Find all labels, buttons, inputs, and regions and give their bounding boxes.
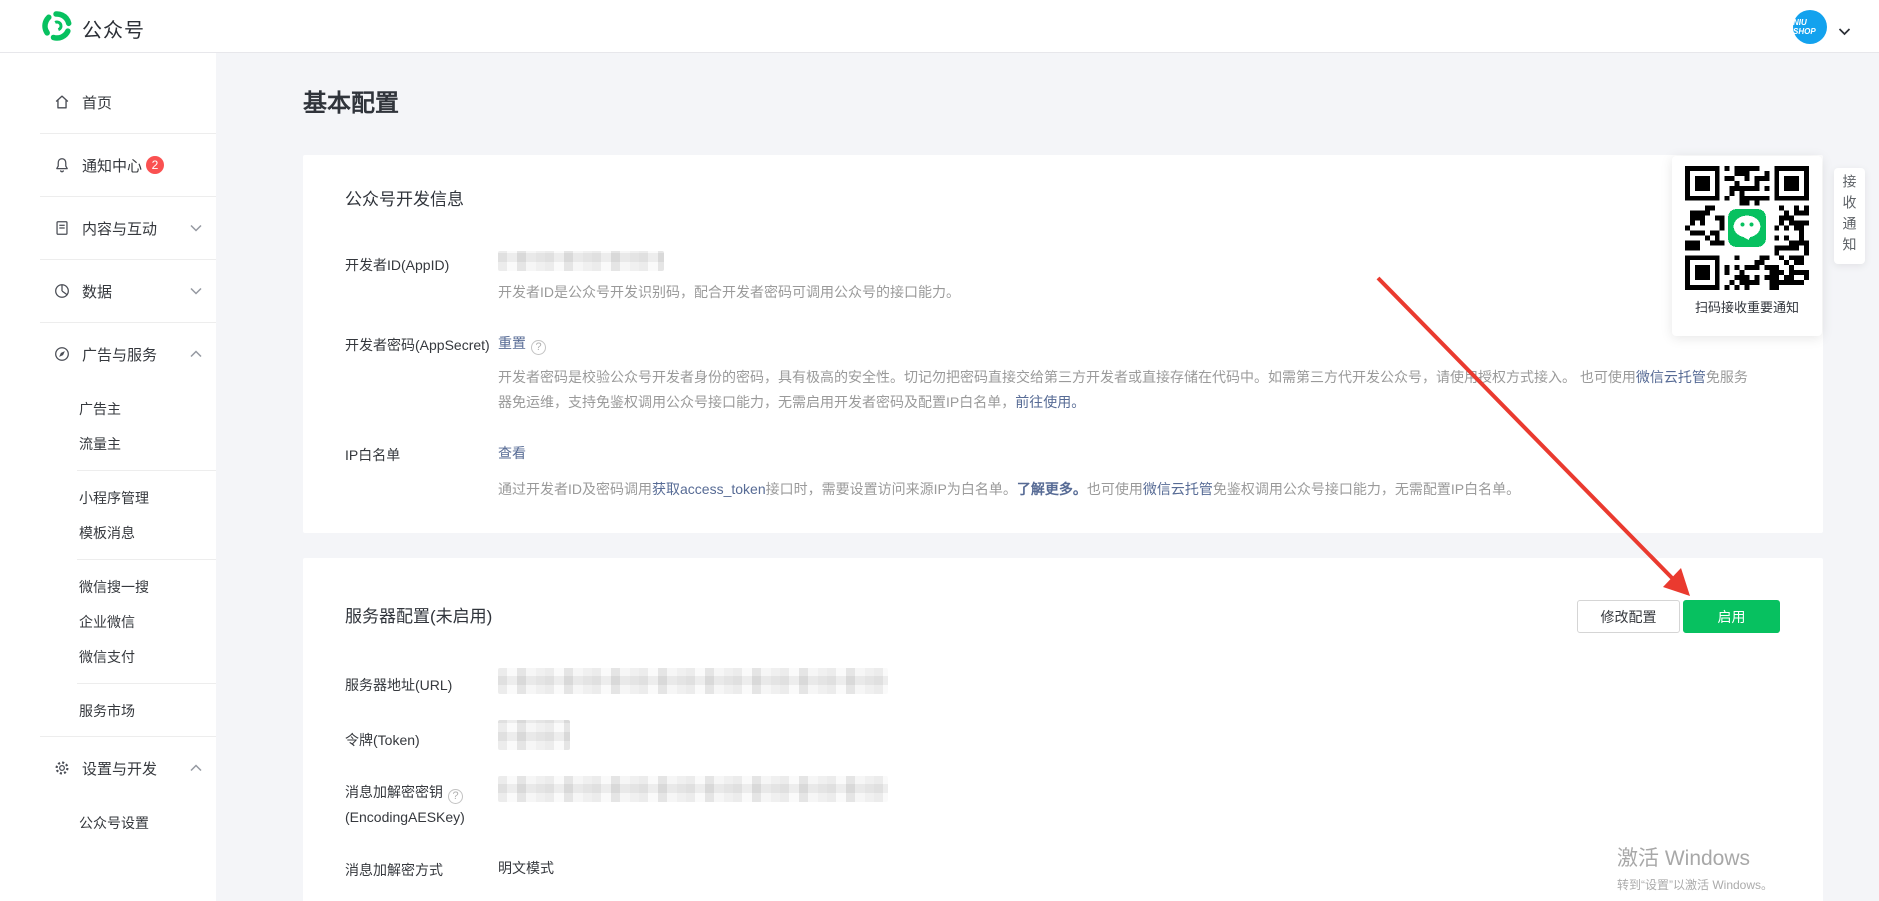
aeskey-help-icon[interactable]: ? [448, 789, 463, 804]
sidebar-subitem[interactable]: 微信搜一搜 [0, 569, 216, 604]
sidebar-subitem[interactable]: 企业微信 [0, 604, 216, 639]
desc-text: 开发者ID是公众号开发识别码，配合开发者密码可调用公众号的接口能力。 [498, 284, 960, 300]
receive-notice-tab[interactable]: 接收通知 [1834, 168, 1865, 264]
appid-value-redacted [498, 251, 664, 271]
data-icon [53, 282, 71, 300]
sidebar-item-content-interaction[interactable]: 内容与互动 [0, 197, 216, 259]
sidebar-item-label: 首页 [82, 92, 112, 113]
desc-text: 通过开发者ID及密码调用 [498, 481, 652, 497]
top-header: 公众号 NIU SHOP [0, 0, 1879, 53]
account-chevron-down-icon[interactable] [1838, 23, 1851, 41]
dev-info-title: 公众号开发信息 [345, 185, 464, 210]
sidebar-subitem[interactable]: 小程序管理 [0, 480, 216, 515]
sidebar-item-label: 设置与开发 [82, 758, 157, 779]
appsecret-desc: 开发者密码是校验公众号开发者身份的密码，具有极高的安全性。切记勿把密码直接交给第… [498, 365, 1754, 415]
ip-whitelist-label: IP白名单 [345, 443, 495, 468]
sidebar-subitem[interactable]: 流量主 [0, 426, 216, 461]
sidebar-sub-divider [77, 470, 216, 471]
app-title: 公众号 [82, 14, 145, 43]
sidebar-item-label: 内容与互动 [82, 218, 157, 239]
sidebar-subitem[interactable]: 广告主 [0, 391, 216, 426]
content-icon [53, 219, 71, 237]
sidebar-item-label: 通知中心 [82, 155, 142, 176]
sidebar-sub-divider [77, 683, 216, 684]
sidebar-sub-divider [77, 559, 216, 560]
server-config-title: 服务器配置(未启用) [345, 602, 492, 627]
encrypt-mode-value: 明文模式 [498, 858, 554, 878]
appid-label: 开发者ID(AppID) [345, 253, 495, 278]
qr-code [1685, 166, 1809, 290]
account-avatar[interactable]: NIU SHOP [1793, 10, 1827, 44]
appsecret-label: 开发者密码(AppSecret) [345, 333, 491, 358]
aeskey-label: 消息加解密密钥? (EncodingAESKey) [345, 780, 515, 830]
inline-link[interactable]: 微信云托管 [1636, 369, 1706, 385]
sidebar-item-data[interactable]: 数据 [0, 260, 216, 322]
inline-link[interactable]: 获取access_token [652, 481, 766, 497]
desc-text: 免鉴权调用公众号接口能力，无需配置IP白名单。 [1213, 481, 1520, 497]
chevron-down-icon [190, 224, 202, 232]
sidebar-item-home[interactable]: 首页 [0, 71, 216, 133]
modify-config-button[interactable]: 修改配置 [1577, 600, 1680, 633]
home-icon [53, 93, 71, 111]
wechat-mp-logo-icon [40, 9, 74, 48]
chevron-up-icon [190, 350, 202, 358]
appsecret-actions: 重置? [498, 333, 546, 355]
token-label: 令牌(Token) [345, 728, 495, 753]
inline-link[interactable]: 微信云托管 [1143, 481, 1213, 497]
notification-badge: 2 [146, 156, 164, 174]
inline-link[interactable]: 了解更多。 [1017, 481, 1087, 497]
sidebar-subitem[interactable]: 公众号设置 [0, 805, 216, 840]
dev-info-card: 公众号开发信息 开发者ID(AppID) 开发者ID是公众号开发识别码，配合开发… [303, 155, 1823, 533]
qr-caption: 扫码接收重要通知 [1672, 297, 1822, 316]
server-config-card: 服务器配置(未启用) 修改配置 启用 服务器地址(URL) 令牌(Token) … [303, 558, 1823, 901]
page-title: 基本配置 [303, 83, 399, 118]
server-url-value-redacted [498, 668, 888, 694]
sidebar-item-settings-dev[interactable]: 设置与开发 [0, 737, 216, 799]
desc-text: 接口时，需要设置访问来源IP为白名单。 [766, 481, 1017, 497]
qr-notice-panel: 扫码接收重要通知 [1672, 156, 1822, 336]
appid-desc: 开发者ID是公众号开发识别码，配合开发者密码可调用公众号的接口能力。 [498, 280, 960, 305]
token-value-redacted [498, 720, 570, 750]
sidebar-subitem[interactable]: 模板消息 [0, 515, 216, 550]
sidebar-subitem[interactable]: 服务市场 [0, 693, 216, 728]
inline-link[interactable]: 前往使用。 [1015, 394, 1085, 410]
view-link[interactable]: 查看 [498, 445, 526, 461]
compass-icon [53, 345, 71, 363]
appsecret-help-icon[interactable]: ? [531, 340, 546, 355]
server-url-label: 服务器地址(URL) [345, 673, 495, 698]
sidebar-item-label: 广告与服务 [82, 344, 157, 365]
enable-button[interactable]: 启用 [1683, 600, 1780, 633]
sidebar-subitem[interactable]: 微信支付 [0, 639, 216, 674]
aeskey-value-redacted [498, 776, 888, 802]
sidebar-nav: 首页通知中心2 内容与互动数据广告与服务广告主流量主小程序管理模板消息微信搜一搜企… [0, 53, 216, 901]
desc-text: 开发者密码是校验公众号开发者身份的密码，具有极高的安全性。切记勿把密码直接交给第… [498, 369, 1636, 385]
ip-whitelist-desc: 通过开发者ID及密码调用获取access_token接口时，需要设置访问来源IP… [498, 477, 1768, 502]
gear-icon [53, 759, 71, 777]
desc-text: 也可使用 [1087, 481, 1143, 497]
sidebar-item-ads-services[interactable]: 广告与服务 [0, 323, 216, 385]
bell-icon [53, 156, 71, 174]
sidebar-item-label: 数据 [82, 281, 112, 302]
chevron-down-icon [190, 287, 202, 295]
reset-link[interactable]: 重置 [498, 335, 526, 351]
sidebar-item-notice-center[interactable]: 通知中心2 [0, 134, 216, 196]
encrypt-mode-label: 消息加解密方式 [345, 858, 495, 883]
main-content: 基本配置 公众号开发信息 开发者ID(AppID) 开发者ID是公众号开发识别码… [216, 53, 1879, 901]
chevron-up-icon [190, 764, 202, 772]
